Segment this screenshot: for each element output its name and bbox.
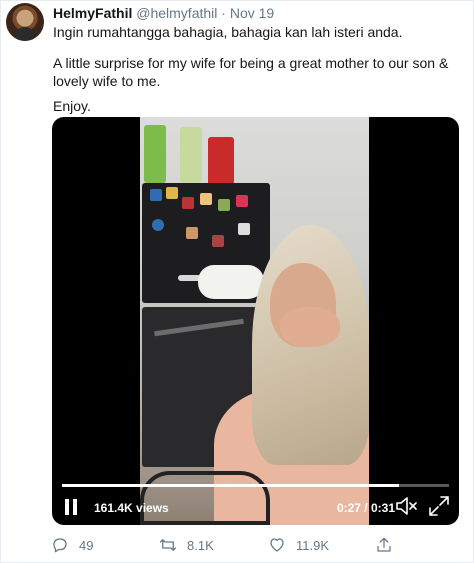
tweet-date[interactable]: Nov 19: [230, 5, 274, 21]
video-player[interactable]: 161.4K views 0:27 / 0:31: [52, 117, 459, 525]
shelf-bottles: [144, 117, 234, 187]
pause-icon[interactable]: [64, 499, 78, 515]
fullscreen-icon[interactable]: [428, 495, 450, 517]
tweet-text-line-1: Ingin rumahtangga bahagia, bahagia kan l…: [53, 24, 403, 40]
chair-back: [140, 471, 270, 525]
tweet-card[interactable]: HelmyFathil @helmyfathil · Nov 19 Ingin …: [0, 0, 474, 563]
avatar[interactable]: [6, 3, 44, 41]
share-button[interactable]: [375, 534, 403, 556]
view-count: 161.4K views: [94, 501, 169, 515]
reply-count: 49: [79, 537, 94, 553]
paper-towel-roll: [198, 265, 264, 299]
retweet-count: 8.1K: [187, 537, 214, 553]
volume-muted-icon[interactable]: [396, 497, 418, 515]
reply-icon: [53, 538, 67, 553]
video-frame: [140, 117, 369, 525]
tweet-header: HelmyFathil @helmyfathil · Nov 19: [53, 4, 274, 22]
tweet-text-line-2: A little surprise for my wife for being …: [53, 55, 449, 89]
tweet-actions: 49 8.1K 11.9K: [1, 534, 474, 558]
video-progress-bar[interactable]: [62, 484, 449, 487]
video-progress-fill: [62, 484, 399, 487]
reply-button[interactable]: 49: [51, 534, 93, 556]
video-time: 0:27 / 0:31: [336, 501, 395, 515]
like-count: 11.9K: [296, 537, 330, 553]
separator-dot: ·: [221, 5, 226, 21]
user-handle[interactable]: @helmyfathil: [136, 5, 217, 21]
retweet-button[interactable]: 8.1K: [159, 534, 214, 556]
display-name[interactable]: HelmyFathil: [53, 5, 132, 21]
like-button[interactable]: 11.9K: [268, 534, 329, 556]
tweet-text-line-3: Enjoy.: [53, 98, 91, 114]
woman-hand: [280, 307, 340, 347]
retweet-icon: [159, 539, 177, 551]
heart-icon: [270, 538, 284, 552]
share-icon: [377, 537, 391, 552]
